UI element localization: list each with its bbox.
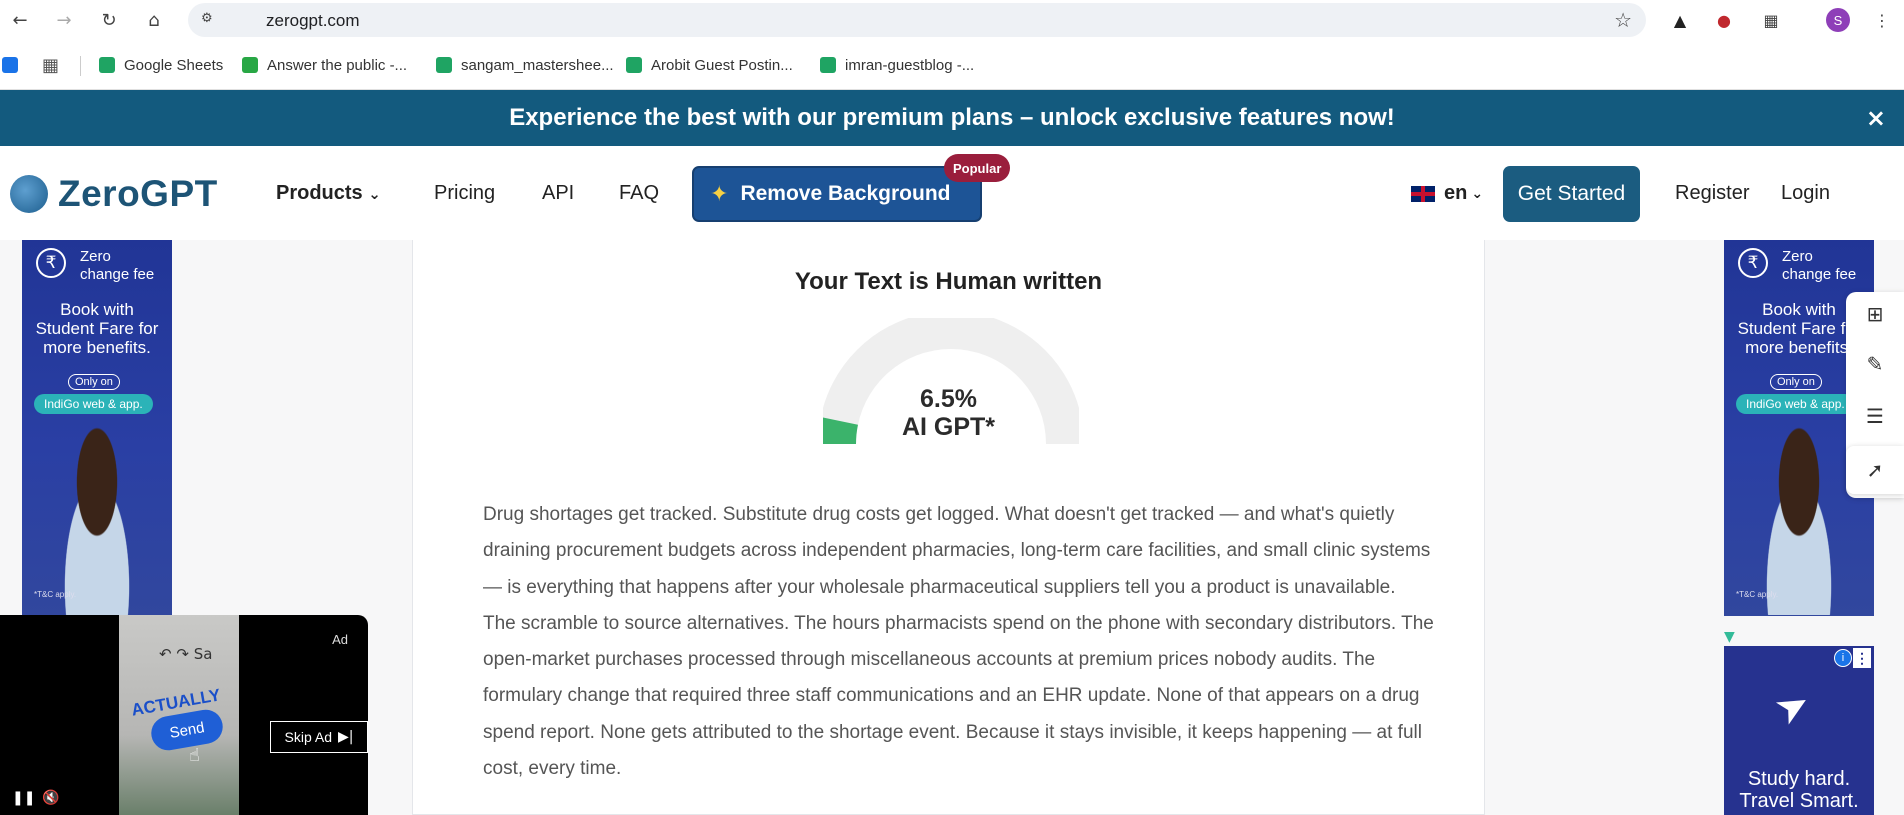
ad-menu-icon[interactable]: ⋮ (1853, 648, 1871, 668)
close-icon[interactable]: × (1866, 104, 1886, 132)
remove-background-button[interactable]: ✦ Remove Background (692, 166, 982, 222)
browser-menu-icon[interactable]: ⋮ (1868, 6, 1896, 34)
address-bar[interactable]: ⚙ zerogpt.com ☆ (188, 3, 1646, 37)
side-toolbar: ⊞ ✎ ☰ ➚ (1846, 292, 1904, 498)
skip-icon: ▶| (338, 729, 354, 745)
url-text: zerogpt.com (266, 11, 360, 30)
checklist-icon[interactable]: ☰ (1863, 404, 1887, 428)
gauge-label: 6.5% AI GPT* (413, 385, 1484, 441)
nav-api[interactable]: API (542, 182, 574, 205)
paper-plane-icon: ➤ (1766, 678, 1819, 736)
skip-ad-button[interactable]: Skip Ad ▶| (270, 721, 368, 753)
site-header: ZeroGPT Products ⌄ Pricing API FAQ ✦ Rem… (0, 146, 1904, 240)
ai-percent: 6.5% (920, 385, 977, 413)
bookmark-arobit[interactable]: Arobit Guest Postin... (626, 54, 793, 76)
logo[interactable]: ZeroGPT (10, 173, 218, 215)
chevron-down-icon: ⌄ (1471, 185, 1484, 202)
chevron-down-icon: ⌄ (368, 185, 381, 203)
profile-avatar[interactable]: S (1826, 8, 1850, 32)
bookmark-google-sheets[interactable]: Google Sheets (99, 54, 223, 76)
video-frame: ↶ ↷ Sa ACTUALLY Send ☝ (119, 615, 239, 815)
popular-badge: Popular (944, 154, 1011, 182)
get-started-button[interactable]: Get Started (1503, 166, 1640, 222)
uk-flag-icon (1410, 184, 1436, 203)
bookmark-grid[interactable]: ▦ (42, 54, 59, 76)
extension-icon[interactable]: ▲ (1666, 6, 1694, 34)
bookmark-apps[interactable] (2, 54, 27, 76)
ad-person-image (47, 425, 147, 615)
bookmarks-bar: ▦ Google Sheets Answer the public -... s… (0, 40, 1904, 90)
ad-choices-icon[interactable]: ▼ (1724, 629, 1735, 645)
result-card: Your Text is Human written 6.5% AI GPT* … (412, 240, 1485, 815)
paragraph-1: Drug shortages get tracked. Substitute d… (483, 504, 1431, 598)
promo-text: Experience the best with our premium pla… (509, 104, 1395, 131)
rocket-icon[interactable]: ➚ (1846, 446, 1904, 494)
info-icon[interactable]: i (1834, 649, 1852, 667)
hand-cursor-icon: ☝ (189, 745, 200, 766)
undo-icon: ↶ ↷ (159, 645, 189, 663)
bookmark-sangam[interactable]: sangam_mastershee... (436, 54, 614, 76)
analyzed-text: Drug shortages get tracked. Substitute d… (483, 497, 1443, 787)
rupee-icon: ₹ (36, 248, 66, 278)
reload-icon[interactable]: ↻ (95, 6, 123, 34)
nav-faq[interactable]: FAQ (619, 182, 659, 205)
bookmark-imran[interactable]: imran-guestblog -... (820, 54, 974, 76)
back-icon[interactable]: ← (6, 6, 34, 34)
magic-wand-icon[interactable]: ✎ (1863, 352, 1887, 376)
login-link[interactable]: Login (1781, 182, 1830, 205)
plus-green-icon (242, 57, 258, 73)
promo-banner: Experience the best with our premium pla… (0, 90, 1904, 146)
add-document-icon[interactable]: ⊞ (1863, 302, 1887, 326)
study-ad-banner[interactable]: i ⋮ ➤ Study hard. Travel Smart. (1724, 646, 1874, 815)
ad-person-image (1749, 425, 1849, 615)
paragraph-2: The scramble to source alternatives. The… (483, 612, 1434, 780)
extensions-puzzle-icon[interactable]: ▦ (1757, 6, 1785, 34)
grid-icon: ▦ (42, 54, 60, 76)
sheets-icon (626, 57, 642, 73)
sparkle-icon: ✦ (710, 181, 729, 207)
pause-icon[interactable]: ❚❚ (12, 790, 35, 806)
language-selector[interactable]: en ⌄ (1410, 182, 1483, 205)
ad-label: Ad (332, 632, 348, 647)
ai-gpt-label: AI GPT* (901, 413, 996, 441)
bookmark-star-icon[interactable]: ☆ (1614, 8, 1632, 32)
left-ad-banner[interactable]: ₹ Zero change fee Book with Student Fare… (22, 240, 172, 616)
brain-logo-icon (10, 175, 48, 213)
result-title: Your Text is Human written (794, 268, 1103, 295)
home-icon[interactable]: ⌂ (140, 6, 168, 34)
seo-extension-icon[interactable]: ● (1710, 6, 1738, 34)
video-ad-player[interactable]: ↶ ↷ Sa ACTUALLY Send ☝ Ad Skip Ad ▶| ❚❚ … (0, 615, 368, 815)
bookmark-answer-the-public[interactable]: Answer the public -... (242, 54, 407, 76)
logo-text: ZeroGPT (58, 173, 218, 214)
browser-toolbar: ← → ↻ ⌂ ⚙ zerogpt.com ☆ ▲ ● ▦ S ⋮ (0, 0, 1904, 40)
nav-products[interactable]: Products ⌄ (276, 182, 381, 205)
sheets-icon (436, 57, 452, 73)
sheets-icon (820, 57, 836, 73)
register-link[interactable]: Register (1675, 182, 1749, 205)
rupee-icon: ₹ (1738, 248, 1768, 278)
apps-square-icon (2, 57, 18, 73)
forward-icon[interactable]: → (50, 6, 78, 34)
sheets-icon (99, 57, 115, 73)
mute-icon[interactable]: 🔇 (42, 790, 59, 806)
site-info-icon[interactable]: ⚙ (201, 11, 219, 29)
nav-pricing[interactable]: Pricing (434, 182, 495, 205)
bookmark-separator (80, 56, 81, 76)
